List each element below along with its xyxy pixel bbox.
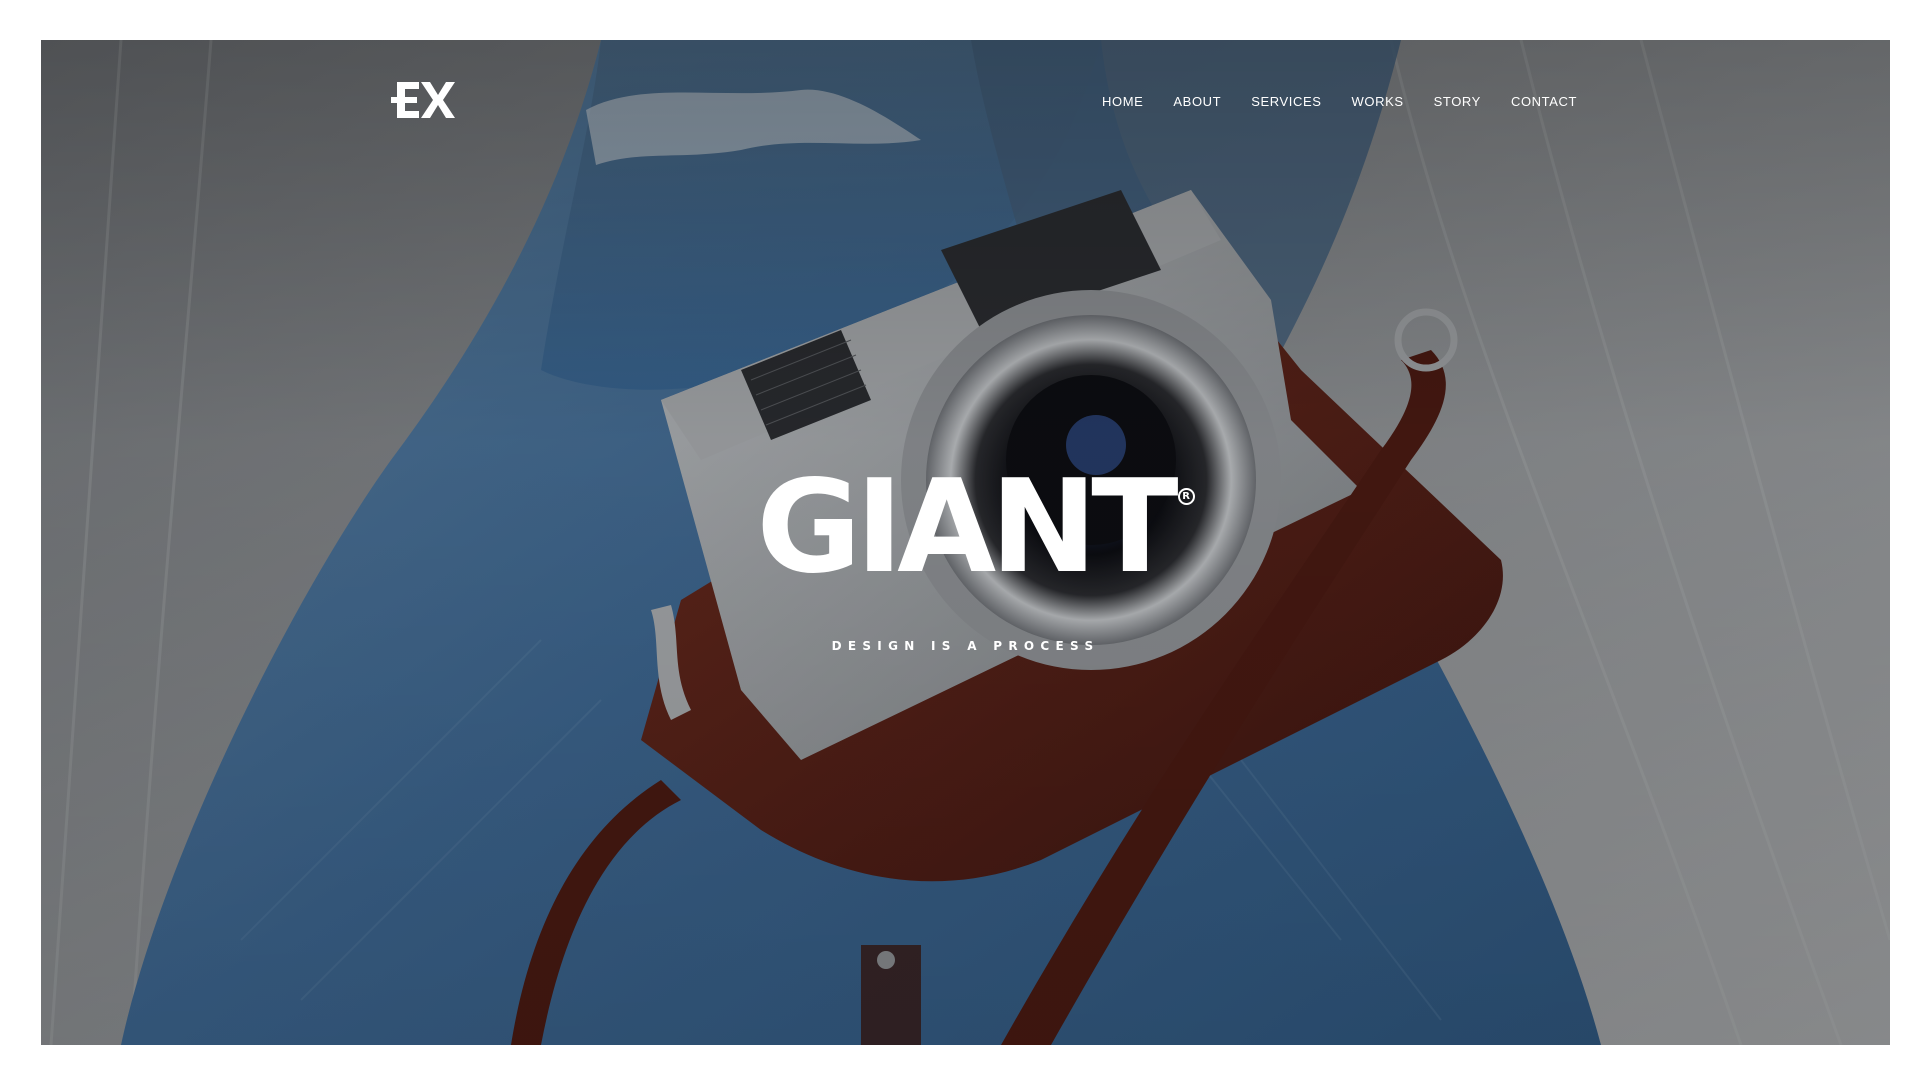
ex-logo-icon — [391, 82, 455, 118]
nav-link-contact[interactable]: CONTACT — [1496, 92, 1592, 112]
hero-title-wrap: GIANT R — [41, 458, 1890, 598]
hero-section: HOME ABOUT SERVICES WORKS STORY CONTACT … — [41, 40, 1890, 1045]
nav-item-story: STORY — [1419, 92, 1496, 112]
top-navigation-bar: HOME ABOUT SERVICES WORKS STORY CONTACT — [41, 40, 1890, 160]
nav-item-about: ABOUT — [1158, 92, 1236, 112]
hero-brand-text: GIANT — [756, 453, 1178, 602]
nav-link-about[interactable]: ABOUT — [1158, 92, 1236, 112]
page: HOME ABOUT SERVICES WORKS STORY CONTACT … — [0, 0, 1920, 1080]
main-nav: HOME ABOUT SERVICES WORKS STORY CONTACT — [1102, 92, 1592, 112]
nav-link-home[interactable]: HOME — [1102, 92, 1158, 112]
nav-item-contact: CONTACT — [1496, 92, 1592, 112]
nav-link-works[interactable]: WORKS — [1337, 92, 1419, 112]
registered-trademark-icon: R — [1177, 488, 1195, 505]
nav-item-home: HOME — [1102, 92, 1158, 112]
nav-item-services: SERVICES — [1236, 92, 1336, 112]
ex-logo[interactable] — [391, 78, 455, 122]
nav-item-works: WORKS — [1337, 92, 1419, 112]
nav-link-story[interactable]: STORY — [1419, 92, 1496, 112]
hero-tagline: DESIGN IS A PROCESS — [831, 639, 1100, 653]
hero-brand-title: GIANT R — [756, 458, 1195, 598]
nav-link-services[interactable]: SERVICES — [1236, 92, 1336, 112]
